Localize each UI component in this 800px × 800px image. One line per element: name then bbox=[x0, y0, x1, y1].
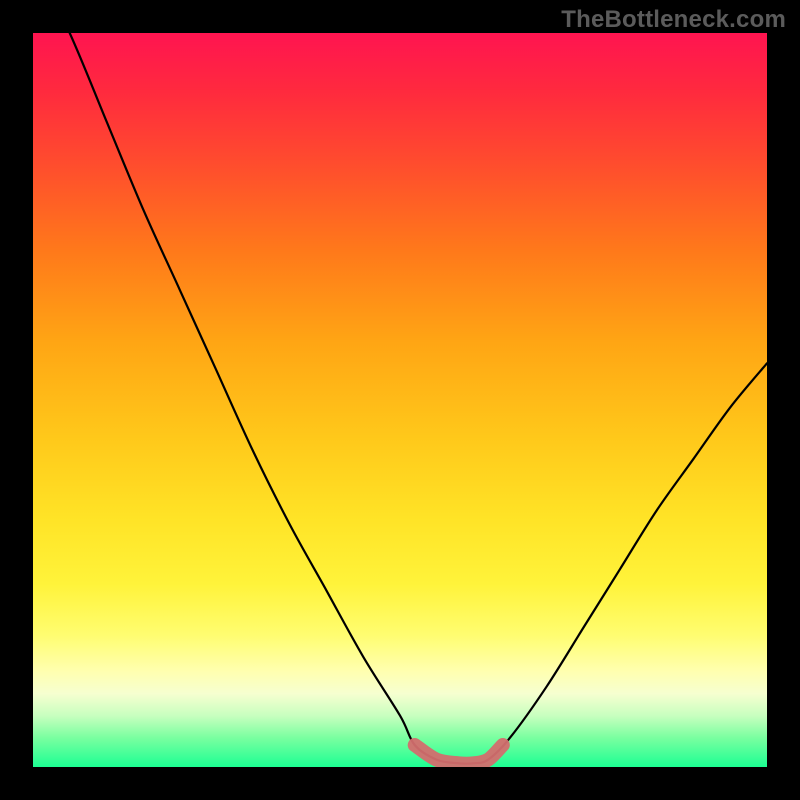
highlight-band-path bbox=[415, 745, 503, 764]
chart-svg bbox=[33, 33, 767, 767]
chart-frame: TheBottleneck.com bbox=[0, 0, 800, 800]
bottleneck-curve-path bbox=[33, 33, 767, 764]
watermark-text: TheBottleneck.com bbox=[561, 6, 786, 34]
